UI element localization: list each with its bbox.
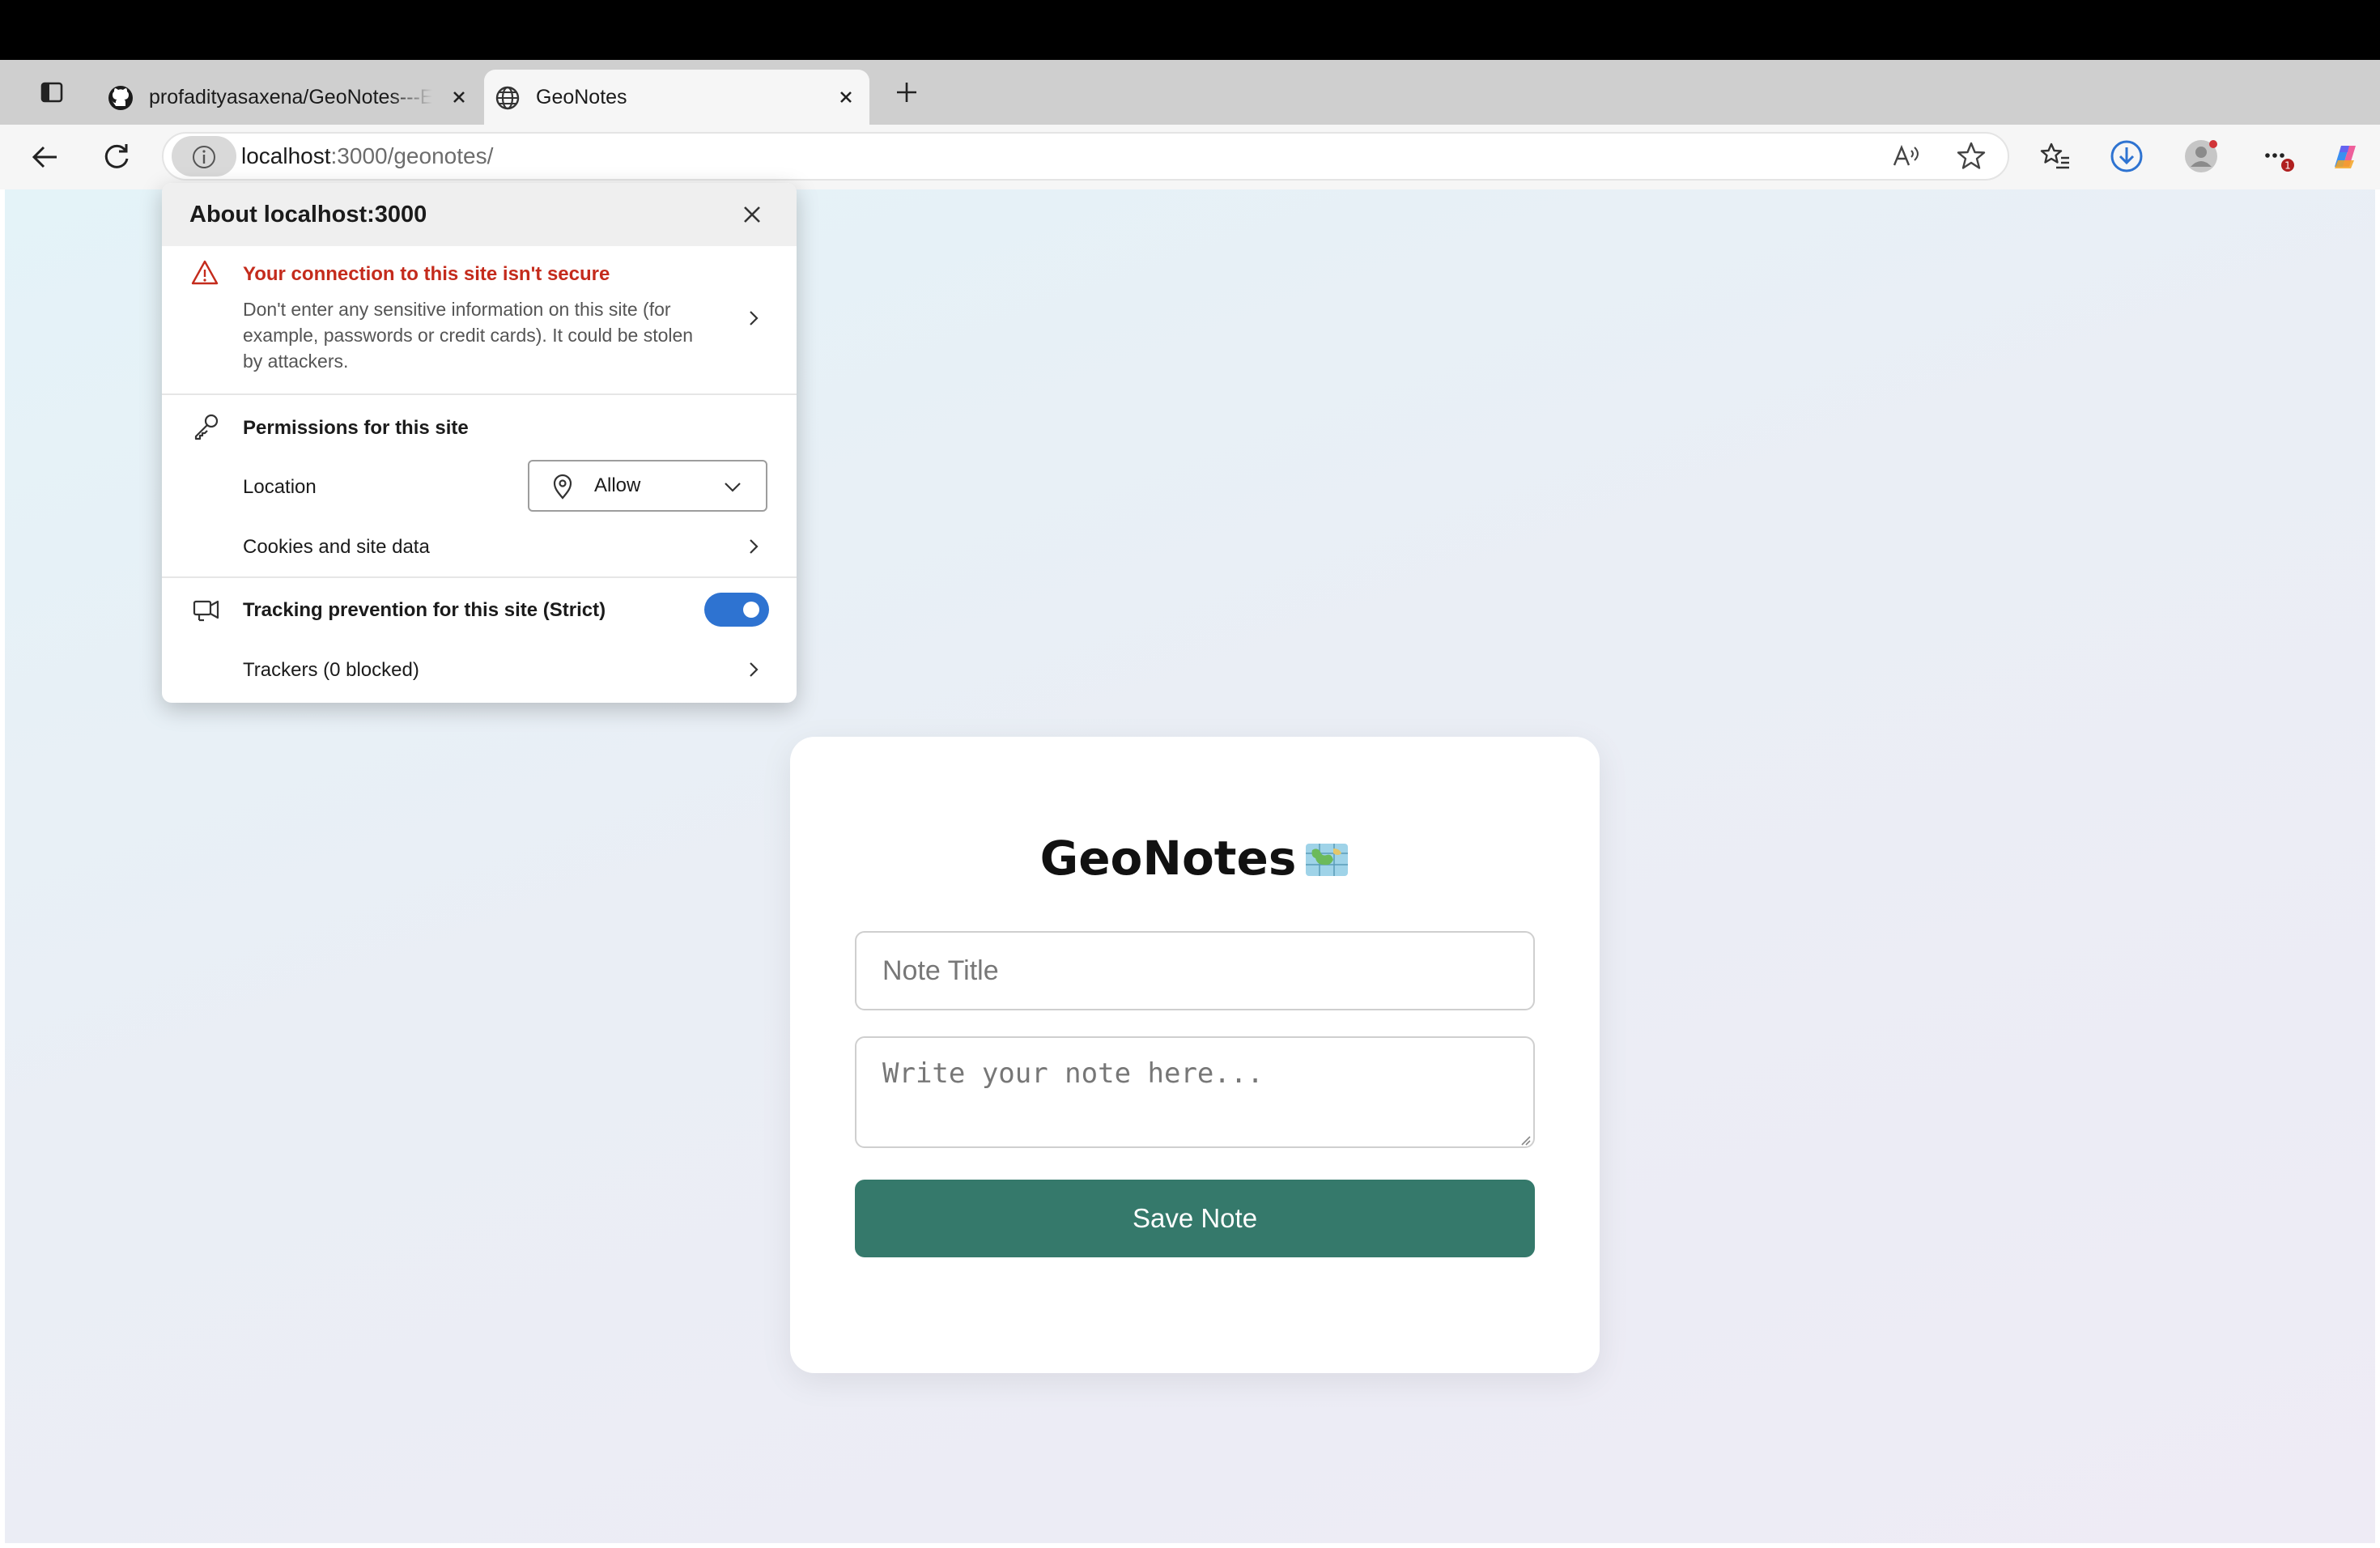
resize-grip-icon[interactable]: [1519, 1133, 1532, 1146]
back-arrow-icon[interactable]: [28, 139, 63, 175]
close-tab-icon[interactable]: [834, 85, 858, 109]
copilot-icon[interactable]: [2327, 138, 2364, 175]
chevron-right-icon[interactable]: [743, 308, 764, 329]
connection-warning-title: Your connection to this site isn't secur…: [243, 263, 610, 285]
cookies-site-data-link[interactable]: Cookies and site data: [243, 536, 430, 559]
close-tab-icon[interactable]: [447, 85, 471, 109]
note-title-input[interactable]: [855, 931, 1535, 1010]
tracking-prevention-toggle[interactable]: [704, 593, 769, 627]
location-pin-icon: [549, 473, 576, 500]
tracking-prevention-label: Tracking prevention for this site (Stric…: [243, 599, 606, 621]
github-icon: [107, 84, 134, 112]
location-permission-select[interactable]: Allow: [528, 460, 767, 512]
divider: [162, 576, 797, 578]
tab-title: profadityasaxena/GeoNotes---Exploring-Ge…: [149, 86, 432, 108]
chevron-down-icon: [722, 476, 743, 497]
save-note-button[interactable]: Save Note: [855, 1180, 1535, 1257]
permissions-heading: Permissions for this site: [243, 417, 469, 439]
tab-geonotes[interactable]: GeoNotes: [484, 70, 869, 125]
globe-icon: [494, 84, 521, 112]
new-tab-plus-icon[interactable]: [890, 76, 923, 108]
site-info-popup: About localhost:3000 Your connection to …: [162, 183, 797, 703]
location-permission-value: Allow: [594, 474, 641, 496]
divider: [162, 393, 797, 395]
svg-text:1: 1: [2284, 160, 2291, 172]
tab-title: GeoNotes: [536, 86, 627, 108]
warning-triangle-icon: [189, 257, 220, 288]
tab-github[interactable]: profadityasaxena/GeoNotes---Exploring-Ge…: [97, 70, 482, 125]
read-aloud-icon[interactable]: [1888, 138, 1925, 175]
popup-title: About localhost:3000: [189, 202, 427, 228]
favorites-icon[interactable]: [2037, 138, 2074, 175]
star-favorite-icon[interactable]: [1953, 138, 1990, 175]
trackers-link[interactable]: Trackers (0 blocked): [243, 659, 419, 682]
chevron-right-icon[interactable]: [743, 536, 764, 557]
note-body-textarea[interactable]: [855, 1036, 1535, 1148]
tracking-prevention-icon: [191, 594, 222, 625]
downloads-icon[interactable]: [2108, 138, 2145, 175]
map-emoji-icon: [1304, 834, 1349, 876]
site-info-button[interactable]: [172, 136, 236, 176]
close-popup-icon[interactable]: [738, 201, 766, 228]
location-label: Location: [243, 476, 317, 498]
tab-actions-icon[interactable]: [36, 76, 68, 108]
more-options-icon[interactable]: 1: [2260, 138, 2297, 175]
info-icon: [193, 146, 215, 168]
note-card: GeoNotes Save Note: [790, 737, 1600, 1373]
connection-warning-description: Don't enter any sensitive information on…: [243, 299, 694, 372]
url-text[interactable]: localhost:3000/geonotes/: [241, 136, 493, 176]
system-top-bar: [0, 0, 2380, 60]
profile-avatar-icon[interactable]: [2182, 138, 2220, 175]
key-icon: [191, 411, 222, 442]
toggle-knob: [743, 602, 759, 618]
refresh-icon[interactable]: [99, 139, 134, 175]
chevron-right-icon[interactable]: [743, 659, 764, 680]
app-title: GeoNotes: [790, 831, 1600, 886]
